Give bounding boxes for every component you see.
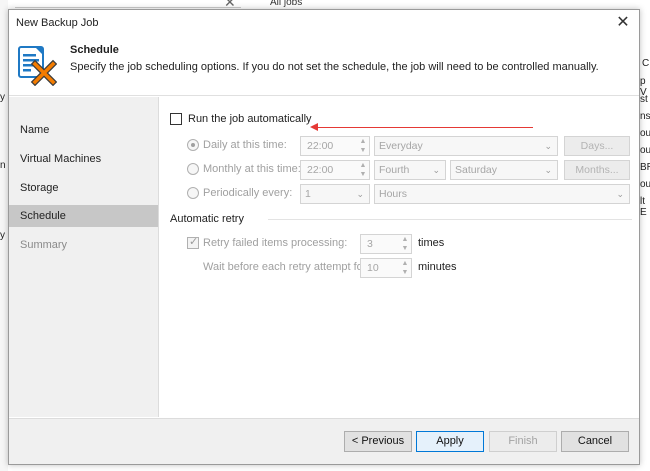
background-right-fragment: lt E — [640, 196, 647, 218]
count-spinner-icon[interactable]: ▲ ▼ — [399, 235, 411, 253]
new-backup-job-dialog: New Backup Job ✕ Schedule Specify the jo… — [8, 9, 640, 465]
monthly-label: Monthly at this time: — [203, 163, 301, 175]
run-automatically-label: Run the job automatically — [188, 113, 312, 125]
wizard-footer: < Previous Apply Finish Cancel — [9, 418, 639, 464]
sidebar-item-name[interactable]: Name — [9, 119, 158, 141]
monthly-time-field[interactable]: 22:00 ▲ ▼ — [300, 160, 370, 180]
wait-minutes-value: 10 — [367, 262, 379, 274]
background-left-fragment: y — [0, 92, 5, 103]
periodically-label: Periodically every: — [203, 187, 293, 199]
wizard-steps: Name Virtual Machines Storage Schedule S… — [9, 97, 159, 417]
monthly-time-value: 22:00 — [307, 164, 334, 176]
daily-time-value: 22:00 — [307, 140, 334, 152]
page-description: Specify the job scheduling options. If y… — [70, 61, 599, 73]
retry-count-value: 3 — [367, 238, 373, 250]
sidebar-item-virtual-machines[interactable]: Virtual Machines — [9, 148, 158, 170]
sidebar-item-schedule[interactable]: Schedule — [9, 205, 158, 227]
chevron-down-icon: ⌄ — [544, 141, 552, 151]
retry-count-field[interactable]: 3 ▲ ▼ — [360, 234, 412, 254]
daily-days-dropdown[interactable]: Everyday ⌄ — [374, 136, 558, 156]
background-app-right: C p V st nst ou ou BR/ ou lt E — [640, 0, 650, 471]
cancel-button[interactable]: Cancel — [561, 431, 629, 452]
wait-minutes-field[interactable]: 10 ▲ ▼ — [360, 258, 412, 278]
daily-radio[interactable] — [187, 139, 199, 151]
sidebar-item-storage[interactable]: Storage — [9, 177, 158, 199]
sidebar-item-summary[interactable]: Summary — [9, 234, 158, 256]
page-title: Schedule — [70, 44, 119, 56]
wait-before-retry-label: Wait before each retry attempt for: — [203, 261, 370, 273]
background-left-fragment: n — [0, 160, 6, 171]
run-automatically-checkbox[interactable] — [170, 113, 182, 125]
monthly-radio[interactable] — [187, 163, 199, 175]
time-spinner-icon[interactable]: ▲ ▼ — [357, 161, 369, 179]
monthly-weekday-value: Saturday — [455, 164, 498, 176]
period-count-dropdown[interactable]: 1 ⌄ — [300, 184, 370, 204]
daily-days-value: Everyday — [379, 140, 423, 152]
periodically-radio[interactable] — [187, 187, 199, 199]
chevron-down-icon: ⌄ — [356, 189, 364, 199]
schedule-panel: Run the job automatically Daily at this … — [160, 97, 639, 417]
apply-button[interactable]: Apply — [416, 431, 484, 452]
minutes-spinner-icon[interactable]: ▲ ▼ — [399, 259, 411, 277]
wait-unit-label: minutes — [418, 261, 457, 273]
time-spinner-icon[interactable]: ▲ ▼ — [357, 137, 369, 155]
background-all-jobs-label: All jobs — [270, 0, 303, 8]
background-right-fragment: C — [642, 58, 650, 69]
background-left-fragment: y — [0, 230, 5, 241]
chevron-down-icon: ⌄ — [432, 165, 440, 175]
period-unit-dropdown[interactable]: Hours ⌄ — [374, 184, 630, 204]
monthly-weekday-dropdown[interactable]: Saturday ⌄ — [450, 160, 558, 180]
close-icon[interactable]: ✕ — [613, 13, 633, 33]
retry-failed-label: Retry failed items processing: — [203, 237, 348, 249]
period-count-value: 1 — [305, 188, 311, 200]
dialog-titlebar[interactable]: New Backup Job ✕ — [9, 10, 639, 36]
daily-time-field[interactable]: 22:00 ▲ ▼ — [300, 136, 370, 156]
monthly-week-value: Fourth — [379, 164, 410, 176]
background-right-fragment: st — [640, 94, 648, 105]
daily-label: Daily at this time: — [203, 139, 287, 151]
previous-button[interactable]: < Previous — [344, 431, 412, 452]
background-right-fragment: ou — [640, 128, 650, 139]
retry-unit-label: times — [418, 237, 445, 249]
section-divider — [268, 219, 632, 220]
background-right-fragment: nst — [640, 111, 650, 122]
retry-failed-checkbox[interactable] — [187, 235, 199, 249]
chevron-down-icon: ⌄ — [616, 189, 624, 199]
wizard-header: Schedule Specify the job scheduling opti… — [9, 36, 639, 96]
chevron-down-icon: ⌄ — [544, 165, 552, 175]
finish-button[interactable]: Finish — [489, 431, 557, 452]
days-button[interactable]: Days... — [564, 136, 630, 156]
period-unit-value: Hours — [379, 188, 408, 200]
background-right-fragment: ou — [640, 179, 650, 190]
background-right-fragment: ou — [640, 145, 650, 156]
background-right-fragment: BR/ — [640, 162, 650, 173]
automatic-retry-heading: Automatic retry — [170, 213, 244, 225]
months-button[interactable]: Months... — [564, 160, 630, 180]
annotation-arrow-line — [316, 127, 533, 128]
monthly-week-dropdown[interactable]: Fourth ⌄ — [374, 160, 446, 180]
dialog-title: New Backup Job — [16, 17, 99, 29]
backup-job-icon — [18, 46, 57, 86]
background-search-box — [15, 0, 241, 8]
